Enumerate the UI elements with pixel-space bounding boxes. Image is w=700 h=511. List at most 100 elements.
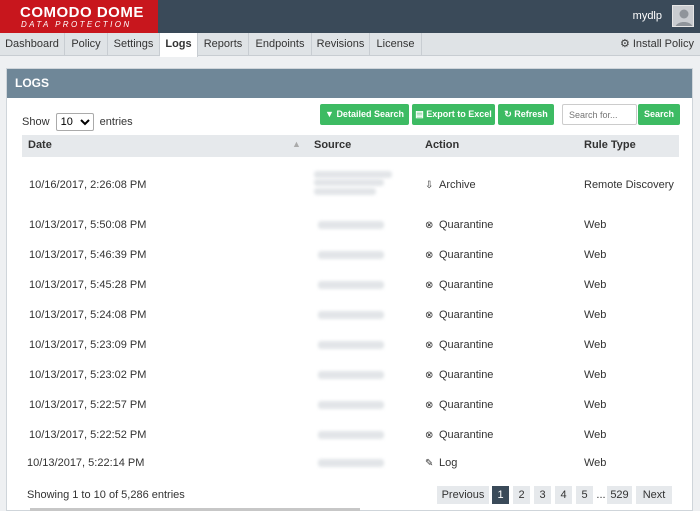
cell-rule-type: Web	[584, 339, 607, 351]
nav-endpoints[interactable]: Endpoints	[249, 33, 312, 56]
install-policy-button[interactable]: ⚙ Install Policy	[620, 33, 694, 56]
source-redacted	[318, 281, 384, 289]
detailed-search-button[interactable]: ▼ Detailed Search	[320, 104, 409, 125]
quarantine-icon: ⊗	[425, 220, 434, 231]
column-source[interactable]: Source	[314, 139, 351, 151]
export-excel-button[interactable]: ▤ Export to Excel	[412, 104, 495, 125]
quarantine-icon: ⊗	[425, 340, 434, 351]
quarantine-icon: ⊗	[425, 370, 434, 381]
cell-action: ⊗ Quarantine	[425, 309, 493, 321]
main-nav: Dashboard Policy Settings Logs Reports E…	[0, 33, 700, 57]
cell-date: 10/13/2017, 5:24:08 PM	[29, 309, 147, 321]
nav-dashboard[interactable]: Dashboard	[0, 33, 65, 56]
nav-revisions[interactable]: Revisions	[312, 33, 370, 56]
table-row[interactable]: 10/13/2017, 5:45:28 PM ⊗ Quarantine Web	[22, 276, 679, 300]
filter-icon: ▼	[325, 109, 337, 119]
pagination-page-1[interactable]: 1	[492, 486, 509, 504]
cell-action: ⊗ Quarantine	[425, 369, 493, 381]
table-row[interactable]: 10/13/2017, 5:22:57 PM ⊗ Quarantine Web	[22, 396, 679, 420]
quarantine-icon: ⊗	[425, 280, 434, 291]
source-redacted	[318, 401, 384, 409]
top-bar: COMODO DOME DATA PROTECTION mydlp	[0, 0, 700, 33]
cell-date: 10/13/2017, 5:46:39 PM	[29, 249, 147, 261]
refresh-button[interactable]: ↻ Refresh	[498, 104, 554, 125]
table-row[interactable]: 10/13/2017, 5:24:08 PM ⊗ Quarantine Web	[22, 306, 679, 330]
cell-action: ⊗ Quarantine	[425, 279, 493, 291]
comodo-dome-logo[interactable]: COMODO DOME DATA PROTECTION	[0, 0, 158, 33]
cell-rule-type: Web	[584, 279, 607, 291]
source-redacted	[318, 431, 384, 439]
table-row[interactable]: 10/13/2017, 5:22:14 PM ✎ Log Web	[22, 454, 679, 478]
table-row[interactable]: 10/13/2017, 5:46:39 PM ⊗ Quarantine Web	[22, 246, 679, 270]
entries-select[interactable]: 10	[55, 113, 94, 131]
pagination-page-5[interactable]: 5	[576, 486, 593, 504]
column-rule-type[interactable]: Rule Type	[584, 139, 636, 151]
pagination-previous[interactable]: Previous	[437, 486, 489, 504]
source-redacted	[318, 459, 384, 467]
search-button[interactable]: Search	[638, 104, 680, 125]
cell-rule-type: Web	[584, 309, 607, 321]
source-redacted	[318, 311, 384, 319]
table-row[interactable]: 10/13/2017, 5:23:09 PM ⊗ Quarantine Web	[22, 336, 679, 360]
cell-action-label: Quarantine	[439, 249, 494, 261]
source-redacted	[314, 188, 376, 195]
nav-reports[interactable]: Reports	[198, 33, 249, 56]
nav-policy[interactable]: Policy	[65, 33, 108, 56]
gear-icon: ⚙	[619, 38, 630, 50]
cell-rule-type: Web	[584, 249, 607, 261]
table-row[interactable]: 10/13/2017, 5:50:08 PM ⊗ Quarantine Web	[22, 216, 679, 240]
pagination-last-page[interactable]: 529	[607, 486, 632, 504]
logo-line2: DATA PROTECTION	[21, 20, 132, 29]
entries-length-control: Show 10 entries	[22, 113, 133, 131]
cell-date: 10/13/2017, 5:50:08 PM	[29, 219, 147, 231]
cell-action: ⊗ Quarantine	[425, 429, 493, 441]
source-redacted	[318, 371, 384, 379]
pagination-page-2[interactable]: 2	[513, 486, 530, 504]
nav-logs[interactable]: Logs	[160, 33, 198, 57]
cell-rule-type: Remote Discovery	[584, 179, 674, 191]
cell-rule-type: Web	[584, 219, 607, 231]
cell-action: ⊗ Quarantine	[425, 339, 493, 351]
nav-settings[interactable]: Settings	[108, 33, 160, 56]
nav-license[interactable]: License	[370, 33, 422, 56]
pagination-next[interactable]: Next	[636, 486, 672, 504]
quarantine-icon: ⊗	[425, 430, 434, 441]
cell-action-label: Quarantine	[439, 399, 494, 411]
table-row[interactable]: 10/13/2017, 5:22:52 PM ⊗ Quarantine Web	[22, 426, 679, 450]
excel-file-icon: ▤	[415, 109, 427, 119]
panel-title: LOGS	[7, 69, 692, 98]
sort-asc-icon[interactable]: ▲	[292, 139, 301, 149]
cell-action-label: Quarantine	[439, 369, 494, 381]
cell-action-label: Quarantine	[439, 219, 494, 231]
cell-date: 10/16/2017, 2:26:08 PM	[29, 179, 147, 191]
search-input[interactable]	[562, 104, 637, 125]
cell-action-label: Quarantine	[439, 309, 494, 321]
cell-date: 10/13/2017, 5:23:09 PM	[29, 339, 147, 351]
cell-rule-type: Web	[584, 457, 607, 469]
entries-summary: Showing 1 to 10 of 5,286 entries	[27, 489, 185, 501]
logs-panel: LOGS Show 10 entries ▼ Detailed Search ▤…	[6, 68, 693, 511]
column-date[interactable]: Date	[28, 139, 52, 151]
entries-label: entries	[99, 116, 133, 128]
cell-rule-type: Web	[584, 399, 607, 411]
avatar[interactable]	[672, 5, 694, 27]
table-row[interactable]: 10/16/2017, 2:26:08 PM ⇩ Archive Remote Dis…	[22, 169, 679, 209]
cell-action: ⊗ Quarantine	[425, 219, 493, 231]
source-redacted	[318, 251, 384, 259]
cell-action: ⊗ Quarantine	[425, 399, 493, 411]
cell-action-label: Quarantine	[439, 279, 494, 291]
cell-date: 10/13/2017, 5:45:28 PM	[29, 279, 147, 291]
source-redacted	[318, 341, 384, 349]
refresh-icon: ↻	[504, 109, 515, 119]
cell-date: 10/13/2017, 5:22:57 PM	[29, 399, 147, 411]
username[interactable]: mydlp	[633, 10, 662, 22]
logo-line1: COMODO DOME	[20, 4, 144, 21]
table-row[interactable]: 10/13/2017, 5:23:02 PM ⊗ Quarantine Web	[22, 366, 679, 390]
pagination-page-3[interactable]: 3	[534, 486, 551, 504]
cell-action: ✎ Log	[425, 457, 457, 469]
quarantine-icon: ⊗	[425, 310, 434, 321]
column-action[interactable]: Action	[425, 139, 459, 151]
pagination-page-4[interactable]: 4	[555, 486, 572, 504]
cell-action-label: Archive	[439, 179, 476, 191]
cell-date: 10/13/2017, 5:23:02 PM	[29, 369, 147, 381]
